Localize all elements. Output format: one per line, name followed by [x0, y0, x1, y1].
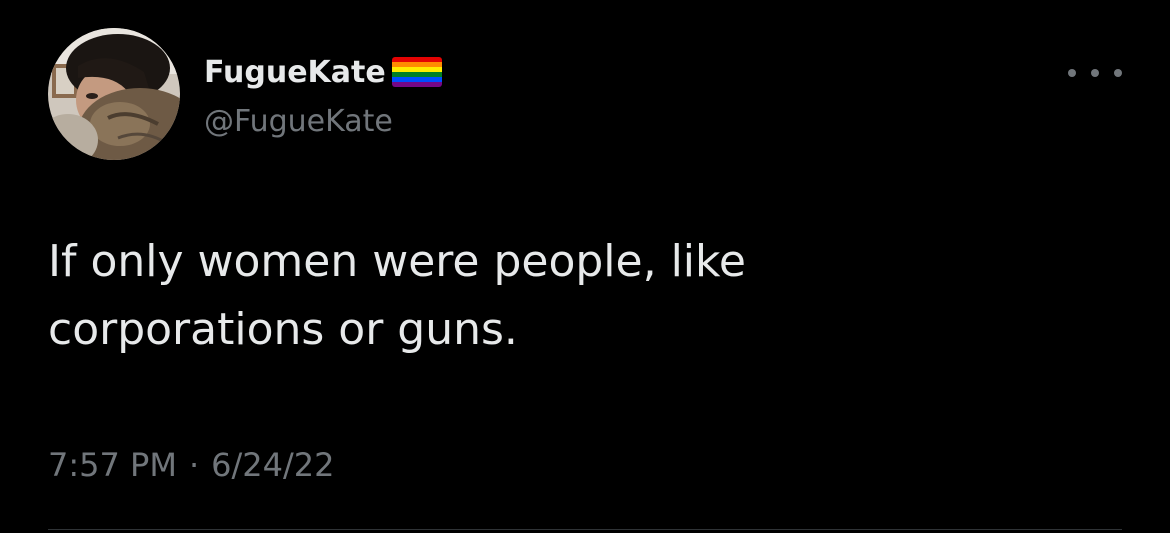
display-name[interactable]: FugueKate — [204, 55, 386, 90]
rainbow-flag-icon — [391, 57, 442, 87]
author-name-row[interactable]: FugueKate — [204, 52, 442, 92]
tweet-time[interactable]: 7:57 PM — [48, 446, 177, 484]
divider — [48, 529, 1122, 530]
tweet-text-line: If only women were people, like — [48, 236, 747, 287]
dot — [1091, 69, 1099, 77]
dot — [1068, 69, 1076, 77]
tweet-timestamp[interactable]: 7:57 PM · 6/24/22 — [48, 446, 334, 484]
tweet-text: If only women were people, like corporat… — [48, 228, 1108, 364]
dot — [1114, 69, 1122, 77]
avatar-image — [48, 28, 180, 160]
avatar[interactable] — [48, 28, 180, 160]
tweet-text-line: corporations or guns. — [48, 304, 518, 355]
separator: · — [188, 446, 200, 484]
tweet-card: FugueKate @FugueKate If only women were … — [0, 0, 1170, 533]
user-handle[interactable]: @FugueKate — [204, 104, 393, 139]
tweet-date[interactable]: 6/24/22 — [211, 446, 334, 484]
more-options-icon[interactable] — [1068, 58, 1122, 88]
